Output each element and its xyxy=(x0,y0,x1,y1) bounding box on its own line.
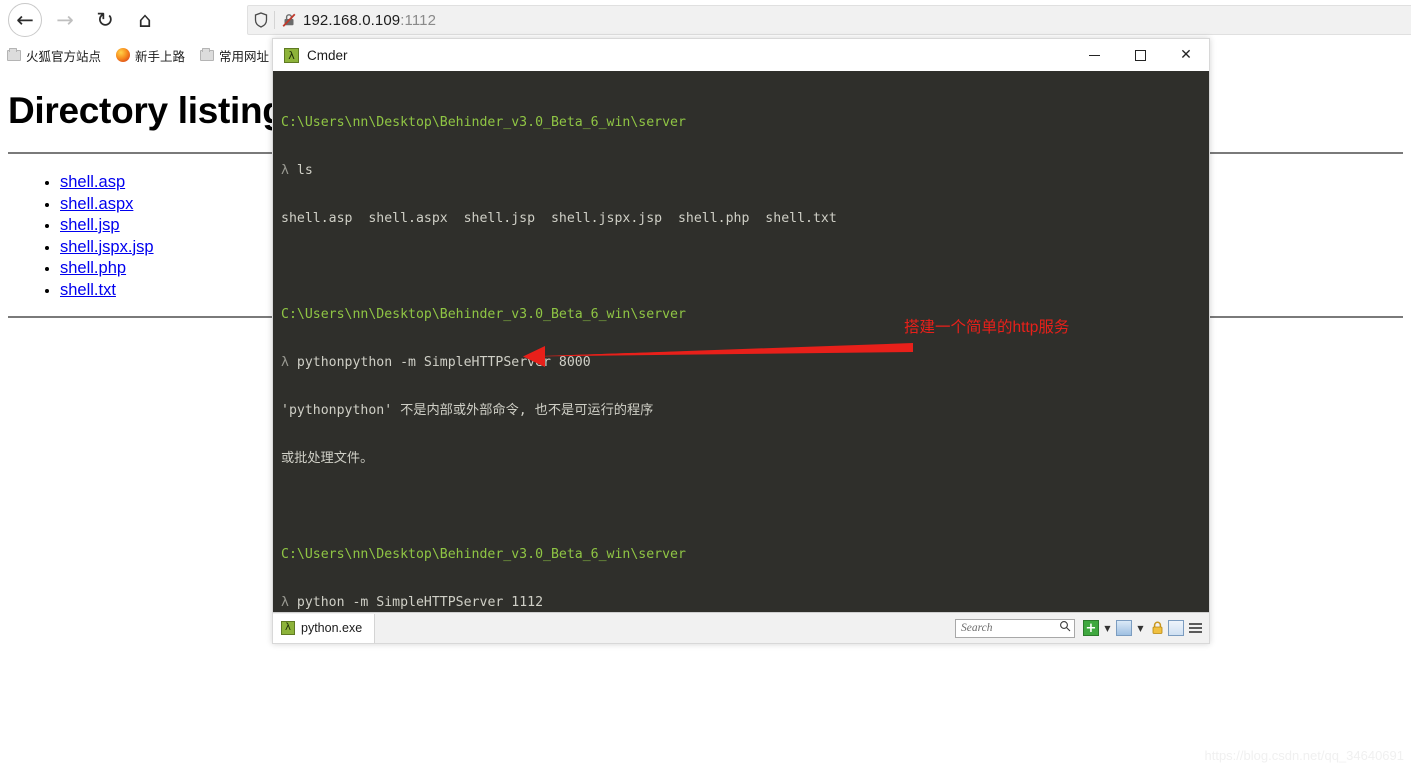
lambda-icon: λ xyxy=(281,621,295,635)
cmder-title: Cmder xyxy=(307,48,348,63)
back-button[interactable]: ← xyxy=(8,3,42,37)
lambda-icon: λ xyxy=(284,48,299,63)
prompt-symbol: λ xyxy=(281,355,297,370)
arrow-left-icon xyxy=(501,343,913,369)
minimize-button[interactable] xyxy=(1071,39,1117,71)
search-placeholder: Search xyxy=(961,622,1059,634)
shield-icon[interactable] xyxy=(248,12,274,28)
url-host: 192.168.0.109 xyxy=(303,12,400,29)
list-item: shell.jspx.jsp xyxy=(60,237,154,258)
page-title: Directory listing xyxy=(8,90,285,132)
terminal-line: λ ls xyxy=(281,163,1209,179)
maximize-button[interactable] xyxy=(1117,39,1163,71)
terminal-line: C:\Users\nn\Desktop\Behinder_v3.0_Beta_6… xyxy=(281,547,1209,563)
file-link[interactable]: shell.aspx xyxy=(60,195,133,213)
cmder-titlebar[interactable]: λ Cmder ✕ xyxy=(273,39,1209,71)
bookmark-label: 火狐官方站点 xyxy=(26,46,101,65)
chevron-down-icon[interactable]: ▼ xyxy=(1135,620,1146,636)
list-item: shell.aspx xyxy=(60,194,154,215)
close-icon: ✕ xyxy=(1180,47,1192,63)
terminal-line: C:\Users\nn\Desktop\Behinder_v3.0_Beta_6… xyxy=(281,307,1209,323)
terminal-command: ls xyxy=(297,163,313,178)
terminal-line: C:\Users\nn\Desktop\Behinder_v3.0_Beta_6… xyxy=(281,115,1209,131)
window-layout-icon[interactable] xyxy=(1168,620,1184,636)
chevron-down-icon[interactable]: ▼ xyxy=(1102,620,1113,636)
menu-bar-1 xyxy=(1189,623,1202,625)
reload-icon: ↻ xyxy=(96,10,114,31)
close-button[interactable]: ✕ xyxy=(1163,39,1209,71)
hamburger-menu-icon[interactable] xyxy=(1187,620,1203,636)
list-item: shell.txt xyxy=(60,280,154,301)
prompt-symbol: λ xyxy=(281,595,297,610)
cmder-window[interactable]: λ Cmder ✕ C:\Users\nn\Desktop\Behinder_v… xyxy=(272,38,1210,644)
new-console-plus-icon[interactable]: + xyxy=(1083,620,1099,636)
annotation-text: 搭建一个简单的http服务 xyxy=(904,315,1069,337)
cmder-statusbar: λ python.exe Search + ▼ ▼ xyxy=(273,612,1209,643)
statusbar-tools: Search + ▼ ▼ xyxy=(955,619,1209,638)
url-text[interactable]: 192.168.0.109:1112 xyxy=(303,12,436,29)
terminal-command: python -m SimpleHTTPServer 1112 xyxy=(297,595,543,610)
bookmark-item-2[interactable]: 常用网址 xyxy=(193,44,277,67)
bookmark-label: 新手上路 xyxy=(135,46,185,65)
menu-bar-3 xyxy=(1189,631,1202,633)
watermark: https://blog.csdn.net/qq_34640691 xyxy=(1205,748,1405,763)
list-item: shell.jsp xyxy=(60,215,154,236)
lock-crossed-insecure-icon[interactable] xyxy=(275,12,303,28)
file-link[interactable]: shell.txt xyxy=(60,281,116,299)
terminal-blank-line xyxy=(281,259,1209,275)
console-tab-python[interactable]: λ python.exe xyxy=(273,614,375,643)
magnifier-icon[interactable] xyxy=(1059,619,1071,637)
folder-icon xyxy=(200,50,214,61)
arrow-left-icon: ← xyxy=(16,10,34,31)
home-button[interactable]: ⌂ xyxy=(128,3,162,37)
window-controls: ✕ xyxy=(1071,39,1209,71)
arrow-right-icon: → xyxy=(56,10,74,31)
file-list: shell.asp shell.aspx shell.jsp shell.jsp… xyxy=(46,172,154,301)
reload-button[interactable]: ↻ xyxy=(88,3,122,37)
prompt-symbol: λ xyxy=(281,163,297,178)
list-item: shell.asp xyxy=(60,172,154,193)
console-tab-label: python.exe xyxy=(301,621,362,635)
terminal-line: shell.asp shell.aspx shell.jsp shell.jsp… xyxy=(281,211,1209,227)
terminal-line: λ python -m SimpleHTTPServer 1112 xyxy=(281,595,1209,611)
search-input[interactable]: Search xyxy=(955,619,1075,638)
active-console-icon[interactable] xyxy=(1116,620,1132,636)
file-link[interactable]: shell.asp xyxy=(60,173,125,191)
maximize-icon xyxy=(1135,50,1146,61)
file-link[interactable]: shell.jsp xyxy=(60,216,120,234)
terminal-blank-line xyxy=(281,499,1209,515)
list-item: shell.php xyxy=(60,258,154,279)
terminal-surface[interactable]: C:\Users\nn\Desktop\Behinder_v3.0_Beta_6… xyxy=(273,71,1209,612)
bookmark-item-0[interactable]: 火狐官方站点 xyxy=(0,44,109,67)
url-port: :1112 xyxy=(400,12,436,29)
terminal-line: 'pythonpython' 不是内部或外部命令, 也不是可运行的程序 xyxy=(281,403,1209,419)
bookmark-label: 常用网址 xyxy=(219,46,269,65)
folder-icon xyxy=(7,50,21,61)
firefox-icon xyxy=(116,48,130,62)
minimize-icon xyxy=(1089,55,1100,56)
terminal-line: 或批处理文件。 xyxy=(281,451,1209,467)
browser-window: ← → ↻ ⌂ 192.168.0.109:1112 xyxy=(0,0,1411,775)
file-link[interactable]: shell.jspx.jsp xyxy=(60,238,154,256)
lock-icon[interactable] xyxy=(1149,620,1165,636)
home-icon: ⌂ xyxy=(138,10,151,31)
file-link[interactable]: shell.php xyxy=(60,259,126,277)
bookmark-item-1[interactable]: 新手上路 xyxy=(109,44,193,67)
forward-button[interactable]: → xyxy=(48,3,82,37)
menu-bar-2 xyxy=(1189,627,1202,629)
address-bar[interactable]: 192.168.0.109:1112 xyxy=(247,5,1411,35)
